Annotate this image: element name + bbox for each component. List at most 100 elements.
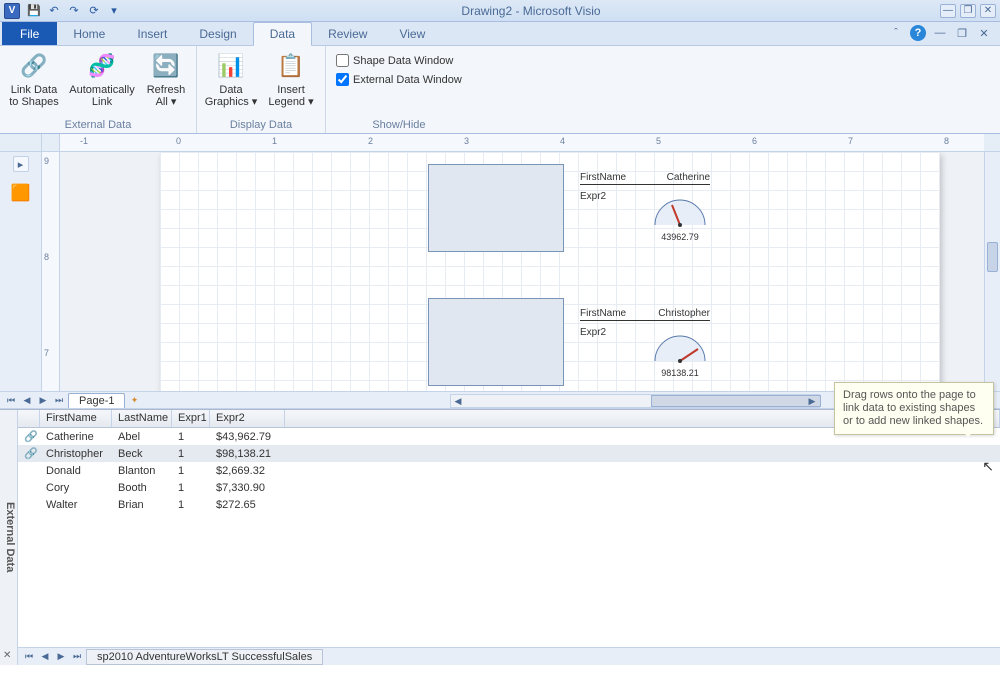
checkbox-icon[interactable] bbox=[336, 73, 349, 86]
tab-data[interactable]: Data bbox=[253, 22, 312, 46]
undo-icon[interactable]: ↶ bbox=[46, 3, 62, 19]
horizontal-ruler: -1012345678 bbox=[60, 134, 984, 151]
next-ds-button[interactable]: ▶ bbox=[54, 650, 68, 664]
doc-restore-icon[interactable]: ❐ bbox=[954, 25, 970, 41]
chevron-down-icon: ▾ bbox=[308, 96, 314, 108]
datasource-tab-bar: ⏮ ◀ ▶ ⏭ sp2010 AdventureWorksLT Successf… bbox=[18, 647, 1000, 665]
group-label: Display Data bbox=[203, 117, 319, 133]
table-row[interactable]: 🔗 ChristopherBeck1$98,138.21 bbox=[18, 445, 1000, 462]
scroll-right-icon[interactable]: ▶ bbox=[805, 395, 819, 407]
external-data-window-checkbox[interactable]: External Data Window bbox=[332, 71, 466, 88]
external-data-table: FirstName LastName Expr1 Expr2 🔗 Catheri… bbox=[18, 410, 1000, 665]
maximize-button[interactable]: ❐ bbox=[960, 4, 976, 18]
close-button[interactable]: ✕ bbox=[980, 4, 996, 18]
quick-access-toolbar: 💾 ↶ ↷ ⟳ ▾ bbox=[26, 3, 122, 19]
tab-file[interactable]: File bbox=[2, 22, 57, 45]
doc-close-icon[interactable]: ✕ bbox=[976, 25, 992, 41]
data-callout: FirstNameChristopher Expr2 98138.21 bbox=[580, 308, 710, 365]
app-icon: V bbox=[4, 3, 20, 19]
group-show-hide: Shape Data Window External Data Window S… bbox=[326, 46, 472, 133]
tab-design[interactable]: Design bbox=[183, 22, 252, 45]
column-header[interactable]: Expr1 bbox=[172, 410, 210, 427]
refresh-all-icon: 🔄 bbox=[150, 50, 182, 82]
gauge-icon: 98138.21 bbox=[650, 331, 710, 365]
table-row[interactable]: WalterBrian1$272.65 bbox=[18, 496, 1000, 513]
shapes-stencil-icon[interactable]: 🟧 bbox=[10, 182, 32, 204]
group-label: External Data bbox=[6, 117, 190, 133]
tab-view[interactable]: View bbox=[383, 22, 441, 45]
table-body: 🔗 CatherineAbel1$43,962.79🔗 ChristopherB… bbox=[18, 428, 1000, 647]
title-bar: V 💾 ↶ ↷ ⟳ ▾ Drawing2 - Microsoft Visio —… bbox=[0, 0, 1000, 22]
ribbon-minimize-icon[interactable]: ˆ bbox=[888, 25, 904, 41]
hint-tooltip: Drag rows onto the page to link data to … bbox=[834, 382, 994, 435]
last-page-button[interactable]: ⏭ bbox=[52, 393, 66, 407]
prev-page-button[interactable]: ◀ bbox=[20, 393, 34, 407]
chevron-down-icon: ▾ bbox=[252, 96, 258, 108]
tab-insert[interactable]: Insert bbox=[121, 22, 183, 45]
drawing-canvas[interactable]: FirstNameCatherine Expr2 43962.79 FirstN… bbox=[60, 152, 984, 391]
next-page-button[interactable]: ▶ bbox=[36, 393, 50, 407]
link-icon bbox=[18, 470, 40, 472]
link-data-icon: 🔗 bbox=[18, 50, 50, 82]
table-row[interactable]: DonaldBlanton1$2,669.32 bbox=[18, 462, 1000, 479]
save-icon[interactable]: 💾 bbox=[26, 3, 42, 19]
table-row[interactable]: CoryBooth1$7,330.90 bbox=[18, 479, 1000, 496]
new-page-button[interactable]: ✦ bbox=[127, 393, 141, 407]
vertical-ruler: 987 bbox=[42, 152, 60, 391]
link-icon: 🔗 bbox=[18, 446, 40, 461]
auto-link-icon: 🧬 bbox=[86, 50, 118, 82]
redo-icon[interactable]: ↷ bbox=[66, 3, 82, 19]
scroll-left-icon[interactable]: ◀ bbox=[451, 395, 465, 407]
column-header[interactable]: FirstName bbox=[40, 410, 112, 427]
column-header[interactable]: LastName bbox=[112, 410, 172, 427]
drawing-page[interactable]: FirstNameCatherine Expr2 43962.79 FirstN… bbox=[160, 152, 940, 391]
column-header[interactable]: Expr2 bbox=[210, 410, 285, 427]
data-graphics-icon: 📊 bbox=[215, 50, 247, 82]
shape-rectangle[interactable] bbox=[428, 164, 564, 252]
ruler-row: -1012345678 bbox=[0, 134, 1000, 152]
horizontal-scrollbar[interactable]: ◀ ▶ bbox=[450, 394, 820, 408]
external-data-pane: External Data ✕ FirstName LastName Expr1… bbox=[0, 409, 1000, 665]
data-callout: FirstNameCatherine Expr2 43962.79 bbox=[580, 172, 710, 229]
scrollbar-thumb[interactable] bbox=[651, 395, 821, 407]
checkbox-icon[interactable] bbox=[336, 54, 349, 67]
shape-data-window-checkbox[interactable]: Shape Data Window bbox=[332, 52, 457, 69]
window-title: Drawing2 - Microsoft Visio bbox=[122, 4, 940, 18]
page-tab[interactable]: Page-1 bbox=[68, 393, 125, 408]
link-icon bbox=[18, 487, 40, 489]
last-ds-button[interactable]: ⏭ bbox=[70, 650, 84, 664]
group-display-data: 📊 Data Graphics ▾ 📋 Insert Legend ▾ Disp… bbox=[197, 46, 326, 133]
help-icon[interactable]: ? bbox=[910, 25, 926, 41]
ribbon: 🔗 Link Data to Shapes 🧬 Automatically Li… bbox=[0, 46, 1000, 134]
gauge-icon: 43962.79 bbox=[650, 195, 710, 229]
group-external-data: 🔗 Link Data to Shapes 🧬 Automatically Li… bbox=[0, 46, 197, 133]
workspace: ▸ 🟧 987 FirstNameCatherine Expr2 43962.7… bbox=[0, 152, 1000, 391]
shape-rectangle[interactable] bbox=[428, 298, 564, 386]
refresh-icon[interactable]: ⟳ bbox=[86, 3, 102, 19]
external-data-pane-label: External Data ✕ bbox=[0, 410, 18, 665]
link-icon bbox=[18, 504, 40, 506]
refresh-all-button[interactable]: 🔄 Refresh All ▾ bbox=[142, 48, 190, 108]
tab-home[interactable]: Home bbox=[57, 22, 121, 45]
chevron-down-icon: ▾ bbox=[171, 96, 177, 108]
link-data-to-shapes-button[interactable]: 🔗 Link Data to Shapes bbox=[6, 48, 62, 108]
doc-minimize-icon[interactable]: — bbox=[932, 25, 948, 41]
scrollbar-thumb[interactable] bbox=[987, 242, 998, 272]
data-graphics-button[interactable]: 📊 Data Graphics ▾ bbox=[203, 48, 259, 108]
expand-shapes-button[interactable]: ▸ bbox=[13, 156, 29, 172]
first-ds-button[interactable]: ⏮ bbox=[22, 650, 36, 664]
datasource-tab[interactable]: sp2010 AdventureWorksLT SuccessfulSales bbox=[86, 649, 323, 665]
minimize-button[interactable]: — bbox=[940, 4, 956, 18]
close-pane-button[interactable]: ✕ bbox=[3, 650, 11, 661]
vertical-scrollbar[interactable] bbox=[984, 152, 1000, 391]
tab-review[interactable]: Review bbox=[312, 22, 383, 45]
first-page-button[interactable]: ⏮ bbox=[4, 393, 18, 407]
shapes-panel-collapsed: ▸ 🟧 bbox=[0, 152, 42, 391]
prev-ds-button[interactable]: ◀ bbox=[38, 650, 52, 664]
insert-legend-button[interactable]: 📋 Insert Legend ▾ bbox=[263, 48, 319, 108]
qat-dropdown-icon[interactable]: ▾ bbox=[106, 3, 122, 19]
automatically-link-button[interactable]: 🧬 Automatically Link bbox=[66, 48, 138, 108]
insert-legend-icon: 📋 bbox=[275, 50, 307, 82]
group-label: Show/Hide bbox=[332, 117, 466, 133]
link-icon: 🔗 bbox=[18, 429, 40, 444]
